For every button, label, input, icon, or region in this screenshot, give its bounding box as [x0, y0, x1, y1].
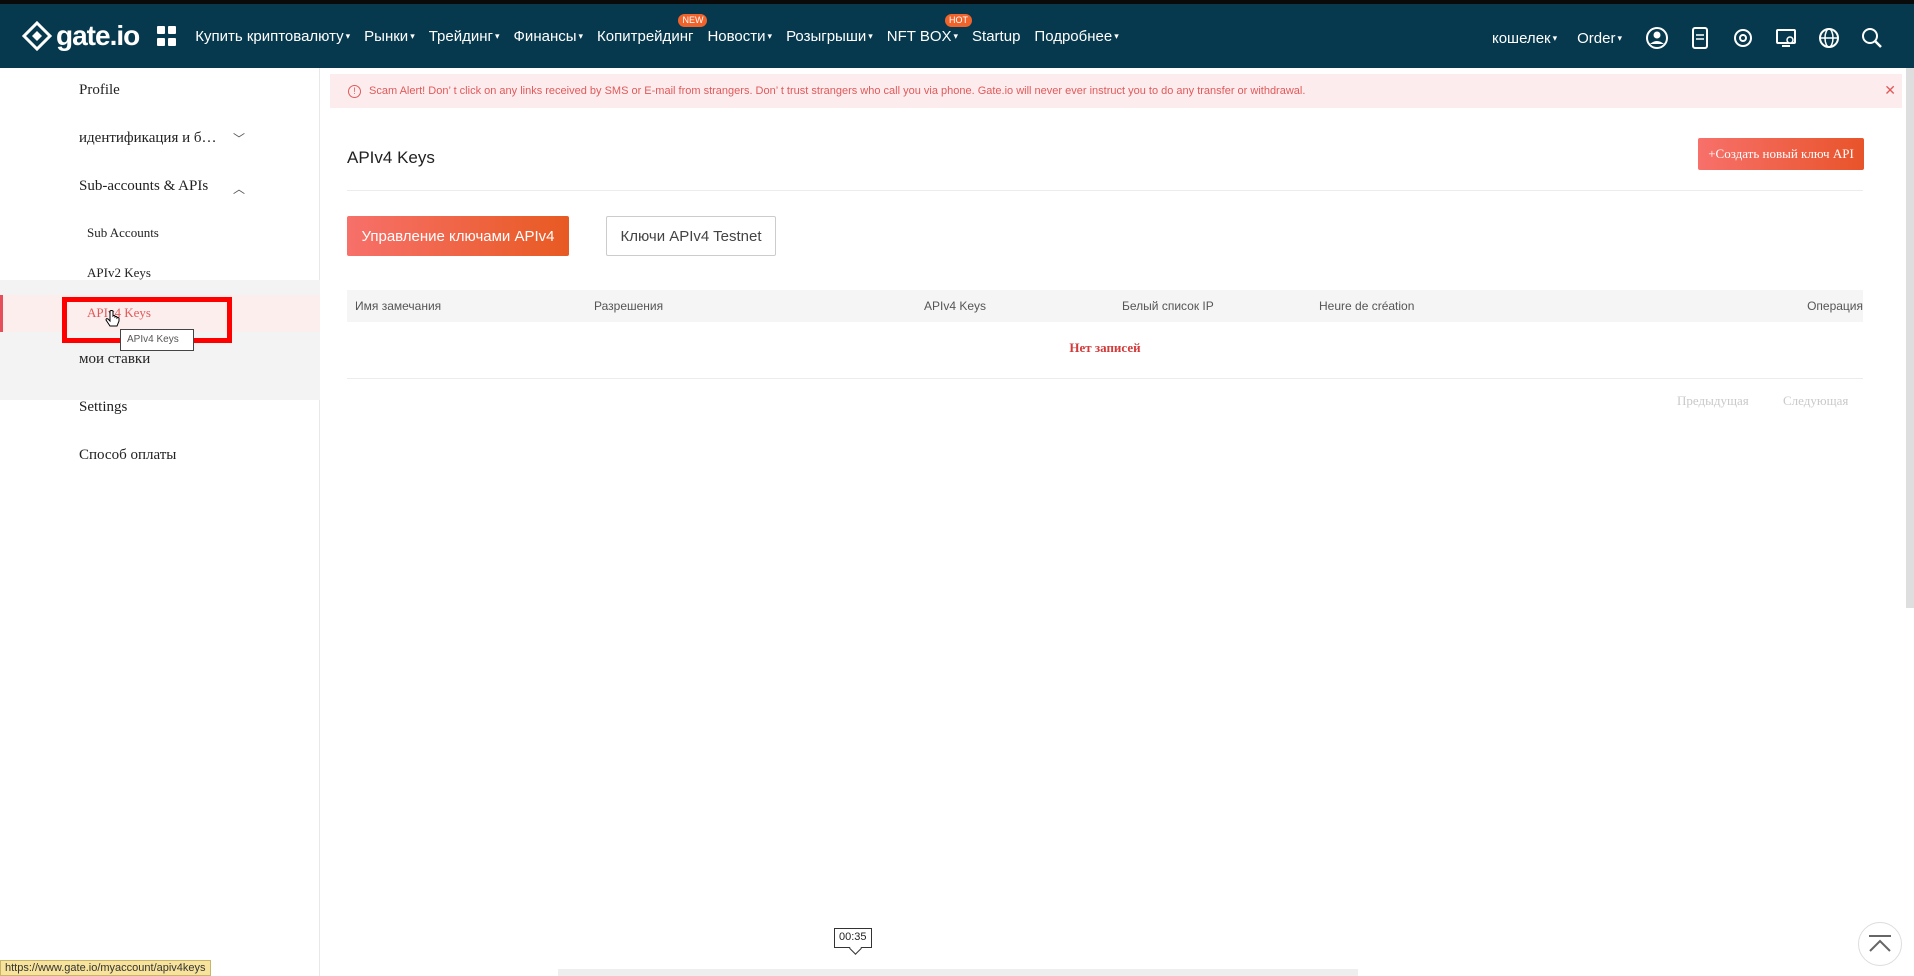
right-nav: кошелек ▾ Order ▾	[1492, 4, 1884, 72]
divider	[347, 378, 1863, 379]
column-header-name: Имя замечания	[355, 299, 442, 313]
settings-icon[interactable]	[1774, 26, 1798, 50]
logo-text: gate.io	[56, 20, 140, 51]
support-icon[interactable]	[1731, 26, 1755, 50]
scroll-to-top-button[interactable]	[1858, 922, 1902, 966]
close-icon[interactable]: ✕	[1884, 82, 1896, 99]
chevron-down-icon[interactable]: ﹀	[233, 130, 245, 147]
sidebar-item-apiv2-keys[interactable]: APIv2 Keys	[87, 265, 151, 281]
tab-manage-apiv4-keys[interactable]: Управление ключами APIv4	[347, 216, 569, 256]
scam-alert-text: Scam Alert! Don’ t click on any links re…	[369, 85, 1306, 97]
column-header-permissions: Разрешения	[594, 299, 664, 313]
arrow-up-icon	[1869, 935, 1891, 952]
status-bar-url: https://www.gate.io/myaccount/apiv4keys	[0, 960, 211, 976]
sidebar-item-settings[interactable]: Settings	[79, 399, 127, 416]
nav-markets[interactable]: Рынки ▾	[364, 28, 415, 45]
nav-copytrading[interactable]: Копитрейдинг NEW	[597, 13, 708, 45]
gateio-logo[interactable]: gate.io	[22, 20, 140, 52]
sidebar-item-my-bets[interactable]: мои ставки	[79, 351, 150, 368]
column-header-api-keys: APIv4 Keys	[924, 299, 987, 313]
table-header: Имя замечания Разрешения APIv4 Keys Белы…	[347, 290, 1863, 322]
divider	[347, 190, 1863, 191]
pagination-prev[interactable]: Предыдущая	[1677, 393, 1749, 409]
gate-logo-icon	[22, 21, 52, 51]
new-badge: NEW	[678, 13, 708, 27]
nav-trading[interactable]: Трейдинг ▾	[429, 28, 500, 45]
app-download-icon[interactable]	[1688, 26, 1712, 50]
nav-finance[interactable]: Финансы ▾	[514, 28, 584, 45]
hot-badge: HOT	[945, 13, 973, 27]
sidebar-item-subaccounts[interactable]: Sub-accounts & APIs	[79, 178, 208, 195]
video-progress-bar[interactable]	[558, 969, 1358, 976]
nav-order[interactable]: Order ▾	[1577, 30, 1622, 47]
nav-nft-box[interactable]: NFT BOX ▾ HOT	[887, 13, 973, 45]
sidebar-item-profile[interactable]: Profile	[79, 82, 120, 99]
account-sidebar: Profile идентификация и б… ﹀ Sub-account…	[0, 68, 320, 976]
create-api-key-button[interactable]: +Создать новый ключ API	[1698, 138, 1864, 170]
search-icon[interactable]	[1860, 26, 1884, 50]
sidebar-item-sub-accounts[interactable]: Sub Accounts	[87, 225, 159, 241]
nav-startup[interactable]: Startup	[972, 28, 1020, 45]
page-title: APIv4 Keys	[347, 148, 435, 167]
column-header-ip-whitelist: Белый список IP	[1122, 299, 1214, 313]
video-timer: 00:35	[834, 928, 872, 948]
scam-alert-banner: ! Scam Alert! Don’ t click on any links …	[330, 74, 1902, 108]
nav-wallet[interactable]: кошелек ▾	[1492, 30, 1557, 47]
nav-giveaways[interactable]: Розыгрыши ▾	[786, 28, 873, 45]
globe-icon[interactable]	[1817, 26, 1841, 50]
chevron-up-icon[interactable]: ︿	[233, 180, 245, 197]
column-header-created: Heure de création	[1319, 299, 1415, 313]
top-navigation-bar: gate.io Купить криптовалюту ▾ Рынки ▾ Трей…	[0, 0, 1914, 68]
scrollbar[interactable]	[1906, 68, 1914, 608]
column-header-operation: Операция	[1807, 299, 1863, 313]
sidebar-item-payment-method[interactable]: Способ оплаты	[79, 447, 176, 464]
hand-cursor-icon	[105, 310, 121, 335]
nav-buy-crypto[interactable]: Купить криптовалюту ▾	[195, 28, 350, 45]
main-nav: Купить криптовалюту ▾ Рынки ▾ Трейдинг ▾ Фи…	[195, 13, 1133, 45]
pagination-next[interactable]: Следующая	[1783, 393, 1848, 409]
info-icon: !	[348, 84, 361, 98]
nav-news[interactable]: Новости ▾	[707, 28, 772, 45]
tab-apiv4-testnet-keys[interactable]: Ключи APIv4 Testnet	[606, 216, 776, 256]
user-icon[interactable]	[1645, 26, 1669, 50]
empty-state-text: Нет записей	[1069, 340, 1141, 355]
sidebar-item-identification[interactable]: идентификация и б…	[79, 130, 217, 147]
nav-more[interactable]: Подробнее ▾	[1034, 28, 1118, 45]
apps-grid-icon[interactable]	[157, 26, 177, 46]
tooltip: APIv4 Keys	[120, 329, 194, 351]
